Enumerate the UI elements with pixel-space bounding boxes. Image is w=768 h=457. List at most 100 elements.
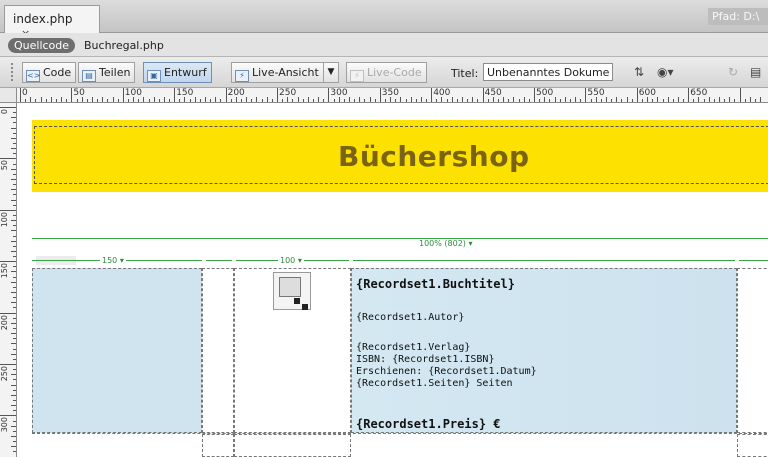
ruler-tick — [11, 281, 16, 283]
ruler-tick — [11, 322, 16, 324]
ruler-tick — [436, 99, 438, 102]
price-binding[interactable]: {Recordset1.Preis} € — [356, 417, 501, 431]
ruler-tick — [163, 97, 165, 102]
ruler-tick — [13, 256, 16, 258]
table-cell-spacer-2[interactable] — [737, 268, 768, 433]
column-guide-4[interactable] — [353, 260, 735, 261]
ruler-tick — [11, 230, 16, 232]
ruler-tick — [575, 97, 577, 102]
ruler-tick — [513, 97, 515, 102]
file-management-icon[interactable]: ⇅ — [634, 65, 644, 79]
ruler-tick — [91, 97, 93, 102]
page-title: Büchershop — [338, 140, 530, 173]
refresh-icon[interactable]: ↻ — [728, 65, 738, 79]
ruler-tick — [13, 142, 16, 144]
ruler-tick — [86, 99, 88, 102]
ruler-label: 500 — [536, 88, 554, 98]
ruler-tick — [11, 425, 16, 427]
author-binding[interactable]: {Recordset1.Autor} — [356, 312, 464, 323]
column-width-label-2[interactable]: 100 ▾ — [278, 256, 304, 265]
ruler-tick — [11, 302, 16, 304]
source-code-button[interactable]: Quellcode — [8, 38, 76, 53]
ruler-tick — [153, 97, 155, 102]
table-row-2-cell[interactable] — [234, 434, 351, 457]
code-view-button[interactable]: <> Code — [22, 62, 77, 83]
table-cell-left[interactable] — [32, 268, 202, 433]
ruler-tick — [194, 97, 196, 102]
table-width-label[interactable]: 100% (802) ▾ — [416, 239, 476, 248]
book-title-binding[interactable]: {Recordset1.Buchtitel} — [356, 277, 515, 291]
ruler-tick — [11, 384, 16, 386]
ruler-tick — [127, 99, 129, 102]
ruler-tick — [348, 97, 350, 102]
ruler-tick — [246, 97, 248, 102]
ruler-tick — [11, 292, 16, 294]
ruler-tick — [13, 132, 16, 134]
toolbar-grip[interactable] — [11, 63, 15, 81]
table-width-guide[interactable] — [32, 238, 768, 239]
ruler-tick — [0, 107, 16, 108]
tab-index-php[interactable]: index.php × — [4, 5, 100, 40]
ruler-tick — [405, 99, 407, 102]
ruler-tick — [11, 168, 16, 170]
ruler-corner[interactable] — [0, 88, 17, 103]
ruler-tick — [616, 97, 618, 102]
ruler-tick — [266, 97, 268, 102]
related-files-bar: Quellcode Buchregal.php — [0, 33, 768, 57]
ruler-tick — [11, 353, 16, 355]
ruler-tick — [13, 112, 16, 114]
column-guide-5[interactable] — [739, 260, 768, 261]
ruler-tick — [25, 99, 27, 102]
design-canvas[interactable]: Büchershop 100% (802) ▾ 150 ▾ 100 ▾ {Rec… — [18, 104, 768, 457]
preview-browser-icon[interactable]: ◉▾ — [657, 65, 674, 79]
ruler-tick — [76, 99, 78, 102]
book-image-placeholder[interactable] — [273, 272, 311, 310]
ruler-tick — [703, 99, 705, 102]
live-view-button[interactable]: ⚡ Live-Ansicht — [231, 62, 324, 83]
split-view-button[interactable]: ▤ Teilen — [78, 62, 136, 83]
ruler-tick — [410, 97, 412, 102]
design-view-button[interactable]: ▣ Entwurf — [143, 62, 212, 83]
ruler-tick — [30, 97, 32, 102]
ruler-label: 300 — [0, 417, 9, 433]
ruler-tick — [482, 88, 484, 102]
ruler-tick — [652, 99, 654, 102]
ruler-tick — [292, 99, 294, 102]
ruler-tick — [13, 266, 16, 268]
ruler-label: 550 — [587, 88, 605, 98]
title-label: Titel: — [451, 67, 479, 80]
live-view-dropdown[interactable]: ▼ — [323, 62, 339, 83]
table-cell-spacer-1[interactable] — [202, 268, 234, 433]
view-options-icon[interactable]: ▤ — [750, 65, 761, 79]
ruler-tick — [35, 99, 37, 102]
ruler-tick — [11, 189, 16, 191]
published-binding[interactable]: Erschienen: {Recordset1.Datum} — [356, 366, 537, 377]
ruler-tick — [241, 99, 243, 102]
document-title-input[interactable] — [483, 63, 613, 81]
ruler-tick — [708, 97, 710, 102]
table-row-2-cell[interactable] — [202, 434, 234, 457]
ruler-label: 300 — [330, 88, 348, 98]
column-guide-2[interactable] — [206, 260, 232, 261]
ruler-tick — [122, 88, 124, 102]
table-row-2[interactable] — [32, 433, 768, 457]
ruler-tick — [13, 317, 16, 319]
isbn-binding[interactable]: ISBN: {Recordset1.ISBN} — [356, 354, 494, 365]
live-code-button[interactable]: ⚡ Live-Code — [346, 62, 427, 83]
related-file-buchregal[interactable]: Buchregal.php — [84, 39, 164, 52]
ruler-tick — [13, 410, 16, 412]
ruler-tick — [13, 122, 16, 124]
ruler-tick — [13, 441, 16, 443]
ruler-tick — [261, 99, 263, 102]
column-width-label-1[interactable]: 150 ▾ — [100, 256, 126, 265]
dynamic-data-marker — [302, 304, 308, 310]
ruler-label: 250 — [0, 366, 9, 382]
image-icon — [279, 277, 301, 297]
ruler-tick — [277, 88, 278, 102]
ruler-tick — [13, 163, 16, 165]
ruler-tick — [626, 97, 628, 102]
publisher-binding[interactable]: {Recordset1.Verlag} — [356, 342, 470, 353]
pages-binding[interactable]: {Recordset1.Seiten} Seiten — [356, 378, 513, 389]
ruler-tick — [0, 312, 16, 314]
table-row-2-cell[interactable] — [737, 434, 768, 457]
